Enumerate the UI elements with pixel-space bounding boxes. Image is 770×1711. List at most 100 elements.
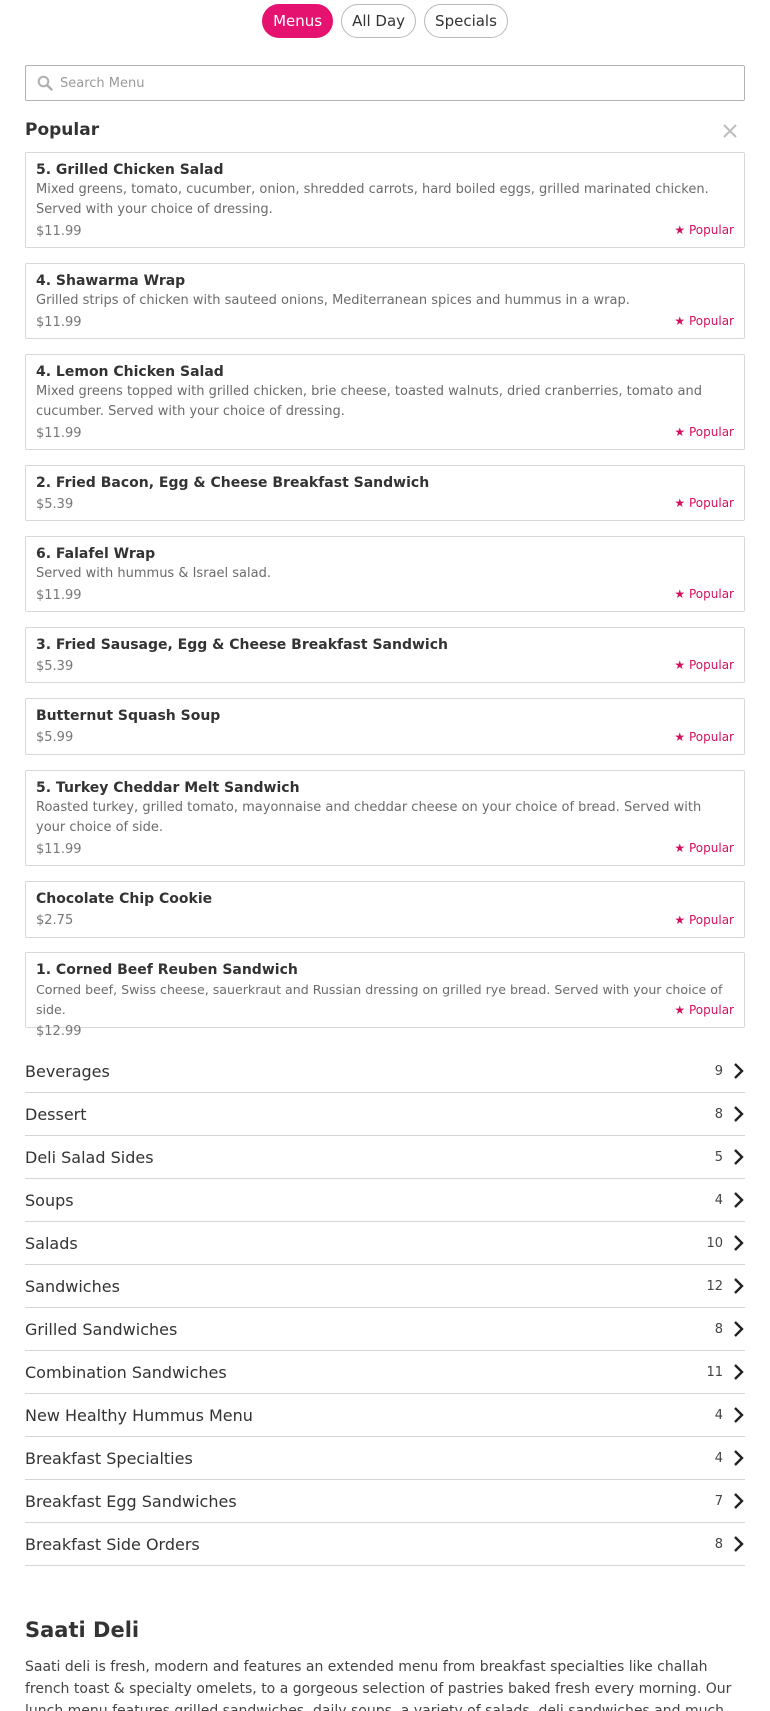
item-name: 2. Fried Bacon, Egg & Cheese Breakfast S… [36, 475, 430, 491]
category-row-dessert[interactable]: Dessert 8 [25, 1093, 745, 1136]
chevron-right-icon [731, 1234, 745, 1252]
popular-section-header: Popular [25, 118, 745, 144]
item-price: $11.99 [36, 842, 82, 857]
chevron-right-icon [731, 1535, 745, 1553]
item-price: $11.99 [36, 315, 82, 330]
item-name: Chocolate Chip Cookie [36, 891, 213, 907]
category-name: Soups [25, 1190, 74, 1210]
chevron-right-icon [731, 1363, 745, 1381]
category-row-hummus-menu[interactable]: New Healthy Hummus Menu 4 [25, 1394, 745, 1437]
chevron-right-icon [731, 1406, 745, 1424]
item-price: $12.99 [36, 1024, 82, 1039]
category-row-grilled-sandwiches[interactable]: Grilled Sandwiches 8 [25, 1308, 745, 1351]
category-name: Sandwiches [25, 1276, 120, 1296]
menu-item-card[interactable]: 5. Turkey Cheddar Melt Sandwich Roasted … [25, 770, 745, 866]
category-count: 4 [714, 1192, 723, 1208]
popular-badge: ★ Popular [674, 658, 734, 672]
menu-item-card[interactable]: 3. Fried Sausage, Egg & Cheese Breakfast… [25, 627, 745, 683]
popular-badge: ★ Popular [674, 913, 734, 927]
category-name: Grilled Sandwiches [25, 1319, 178, 1339]
category-row-beverages[interactable]: Beverages 9 [25, 1050, 745, 1093]
chevron-right-icon [731, 1148, 745, 1166]
item-price: $5.99 [36, 730, 74, 745]
search-input[interactable]: Search Menu [25, 65, 745, 101]
category-count: 10 [706, 1235, 723, 1251]
chevron-right-icon [731, 1277, 745, 1295]
popular-badge: ★ Popular [674, 314, 734, 328]
menu-item-card[interactable]: 6. Falafel Wrap Served with hummus & Isr… [25, 536, 745, 612]
item-name: 5. Turkey Cheddar Melt Sandwich [36, 780, 300, 796]
chevron-right-icon [731, 1449, 745, 1467]
category-row-breakfast-specialties[interactable]: Breakfast Specialties 4 [25, 1437, 745, 1480]
restaurant-description: Saati deli is fresh, modern and features… [25, 1659, 732, 1711]
menu-item-card[interactable]: 5. Grilled Chicken Salad Mixed greens, t… [25, 152, 745, 248]
category-name: Breakfast Specialties [25, 1448, 193, 1468]
menu-item-card[interactable]: 4. Lemon Chicken Salad Mixed greens topp… [25, 354, 745, 450]
category-count: 4 [714, 1407, 723, 1423]
category-row-deli-salad-sides[interactable]: Deli Salad Sides 5 [25, 1136, 745, 1179]
item-name: Butternut Squash Soup [36, 708, 221, 724]
menu-item-card[interactable]: 4. Shawarma Wrap Grilled strips of chick… [25, 263, 745, 339]
popular-badge: ★ Popular [674, 223, 734, 237]
chevron-right-icon [731, 1320, 745, 1338]
item-name: 1. Corned Beef Reuben Sandwich [36, 962, 298, 978]
category-count: 8 [714, 1536, 723, 1552]
category-row-combination-sandwiches[interactable]: Combination Sandwiches 11 [25, 1351, 745, 1394]
item-name: 4. Lemon Chicken Salad [36, 364, 224, 380]
close-icon[interactable] [721, 122, 739, 140]
search-placeholder: Search Menu [60, 75, 145, 91]
category-name: Combination Sandwiches [25, 1362, 227, 1382]
item-name: 3. Fried Sausage, Egg & Cheese Breakfast… [36, 637, 448, 653]
menu-item-card[interactable]: Chocolate Chip Cookie $2.75 ★ Popular [25, 881, 745, 938]
category-count: 12 [706, 1278, 723, 1294]
category-row-sandwiches[interactable]: Sandwiches 12 [25, 1265, 745, 1308]
category-name: Beverages [25, 1061, 110, 1081]
category-row-breakfast-egg-sandwiches[interactable]: Breakfast Egg Sandwiches 7 [25, 1480, 745, 1523]
item-price: $11.99 [36, 224, 82, 239]
item-description: Roasted turkey, grilled tomato, mayonnai… [36, 800, 702, 835]
item-price: $11.99 [36, 588, 82, 603]
item-price: $11.99 [36, 426, 82, 441]
category-count: 4 [714, 1450, 723, 1466]
item-price: $5.39 [36, 497, 74, 512]
category-count: 11 [706, 1364, 723, 1380]
menu-tabs: Menus All Day Specials [0, 4, 770, 38]
search-icon [30, 66, 60, 100]
tab-menus[interactable]: Menus [262, 4, 334, 38]
popular-badge: ★ Popular [674, 730, 734, 744]
popular-badge: ★ Popular [674, 841, 734, 855]
item-price: $2.75 [36, 913, 74, 928]
category-name: Deli Salad Sides [25, 1147, 154, 1167]
item-name: 5. Grilled Chicken Salad [36, 162, 224, 178]
menu-item-card[interactable]: 2. Fried Bacon, Egg & Cheese Breakfast S… [25, 465, 745, 521]
category-count: 8 [714, 1321, 723, 1337]
item-description: Mixed greens, tomato, cucumber, onion, s… [36, 182, 709, 217]
category-name: Breakfast Egg Sandwiches [25, 1491, 237, 1511]
item-description: Mixed greens topped with grilled chicken… [36, 384, 702, 419]
category-row-breakfast-side-orders[interactable]: Breakfast Side Orders 8 [25, 1523, 745, 1566]
chevron-right-icon [731, 1105, 745, 1123]
restaurant-name: Saati Deli [25, 1618, 140, 1642]
tab-all-day[interactable]: All Day [341, 4, 417, 38]
chevron-right-icon [731, 1492, 745, 1510]
item-description: Served with hummus & Israel salad. [36, 566, 271, 581]
item-name: 6. Falafel Wrap [36, 546, 156, 562]
category-row-soups[interactable]: Soups 4 [25, 1179, 745, 1222]
category-name: Salads [25, 1233, 78, 1253]
chevron-right-icon [731, 1062, 745, 1080]
item-name: 4. Shawarma Wrap [36, 273, 186, 289]
menu-item-card[interactable]: 1. Corned Beef Reuben Sandwich Corned be… [25, 952, 745, 1039]
item-description: Corned beef, Swiss cheese, sauerkraut an… [36, 982, 723, 1017]
tab-specials[interactable]: Specials [424, 4, 508, 38]
category-name: Dessert [25, 1104, 87, 1124]
category-row-salads[interactable]: Salads 10 [25, 1222, 745, 1265]
category-name: New Healthy Hummus Menu [25, 1405, 253, 1425]
category-count: 7 [714, 1493, 723, 1509]
menu-item-card[interactable]: Butternut Squash Soup $5.99 ★ Popular [25, 698, 745, 755]
popular-badge: ★ Popular [674, 425, 734, 439]
section-title: Popular [25, 120, 100, 140]
chevron-right-icon [731, 1191, 745, 1209]
category-name: Breakfast Side Orders [25, 1534, 200, 1554]
popular-badge: ★ Popular [674, 587, 734, 601]
category-count: 8 [714, 1106, 723, 1122]
